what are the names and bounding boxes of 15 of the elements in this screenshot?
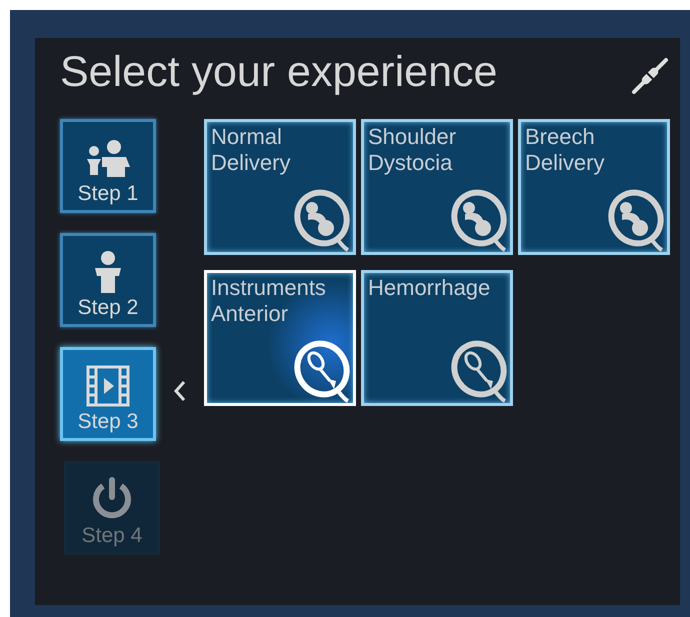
page-title: Select your experience xyxy=(60,48,498,97)
scenario-tile[interactable]: Shoulder Dystocia xyxy=(361,119,513,255)
step-tile[interactable]: Step 1 xyxy=(60,119,156,213)
person-icon xyxy=(93,251,123,293)
scenario-tile[interactable]: Breech Delivery xyxy=(518,119,670,255)
film-icon xyxy=(86,365,130,407)
power-icon xyxy=(90,477,134,521)
scenario-tile[interactable]: Normal Delivery xyxy=(204,119,356,255)
step-tile[interactable]: Step 2 xyxy=(60,233,156,327)
people-icon xyxy=(84,139,132,179)
chevron-left-icon xyxy=(173,380,187,402)
scenario-tile[interactable]: Hemorrhage xyxy=(361,270,513,406)
step-tile[interactable]: Step 3 xyxy=(60,347,156,441)
scenario-tile[interactable]: Instruments Anterior xyxy=(204,270,356,406)
plug-icon[interactable] xyxy=(630,56,670,96)
